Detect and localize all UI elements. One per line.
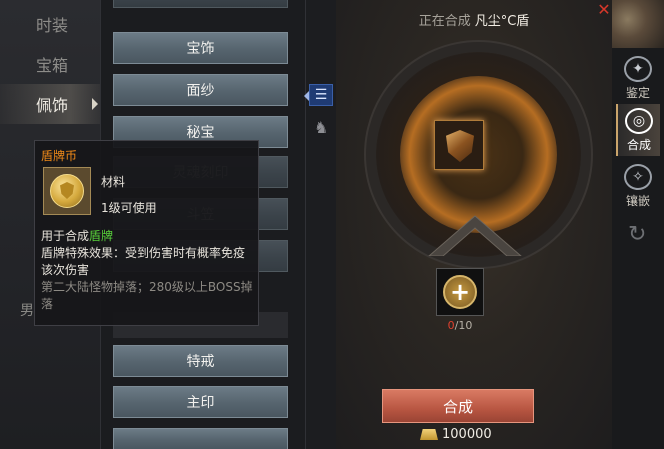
list-view-button[interactable]: ☰ <box>304 84 333 106</box>
status-prefix: 正在合成 <box>418 14 471 29</box>
usage-target: 盾牌 <box>89 229 114 243</box>
target-item-slot[interactable] <box>434 120 484 170</box>
tab-fashion[interactable]: 时装 <box>0 4 100 44</box>
cost-value: 100000 <box>442 427 492 442</box>
synthesis-panel: 正在合成 凡尘°C盾 + 0/10 合成 100000 <box>336 0 612 449</box>
rail-synthesis[interactable]: ◎ 合成 <box>616 104 660 156</box>
tooltip-item-type: 材料 <box>101 175 126 189</box>
shield-coin-icon <box>50 174 84 208</box>
arrow-up-icon <box>428 215 522 256</box>
target-name: 凡尘°C盾 <box>474 14 530 29</box>
tab-accessory[interactable]: 佩饰 <box>0 84 100 124</box>
rail-synthesis-label: 合成 <box>626 138 651 152</box>
refresh-icon[interactable]: ↻ <box>628 222 646 247</box>
gender-filter-label[interactable]: 男 <box>20 300 34 320</box>
rail-inlay-label: 镶嵌 <box>625 194 650 208</box>
synthesis-cost: 100000 <box>420 427 492 442</box>
tooltip-title: 盾牌币 <box>41 149 78 163</box>
material-owned: 0 <box>447 319 455 332</box>
tooltip-effect: 盾牌特殊效果：受到伤害时有概率免疫该次伤害 <box>41 246 246 277</box>
side-rail: ✦ 鉴定 ◎ 合成 ✧ 镶嵌 ↻ <box>612 0 664 449</box>
shield-item-icon <box>446 130 474 162</box>
category-item-partial[interactable] <box>113 0 288 8</box>
inlay-icon: ✧ <box>624 164 652 190</box>
view-toggle-strip: ☰ ♞ <box>304 0 336 449</box>
tooltip-item-frame <box>43 167 91 215</box>
synthesis-icon: ◎ <box>625 108 653 134</box>
tooltip-source: 第二大陆怪物掉落；280级以上BOSS掉落 <box>41 280 253 311</box>
synthesize-button[interactable]: 合成 <box>382 389 534 423</box>
tooltip-usage: 用于合成盾牌 <box>41 227 113 244</box>
category-item-miansha[interactable]: 面纱 <box>113 74 288 106</box>
helmet-icon[interactable]: ♞ <box>314 118 328 137</box>
close-button[interactable]: ✕ <box>596 2 612 18</box>
usage-prefix: 用于合成 <box>41 229 90 243</box>
material-slot[interactable]: + <box>436 268 484 316</box>
gold-ingot-icon <box>420 429 438 440</box>
rail-appraise[interactable]: ✦ 鉴定 <box>616 52 660 104</box>
category-item-tejie[interactable]: 特戒 <box>113 345 288 377</box>
category-item-zhuyin[interactable]: 主印 <box>113 386 288 418</box>
category-item-partial-bottom[interactable] <box>113 428 288 449</box>
material-required: /10 <box>454 319 473 332</box>
appraise-icon: ✦ <box>624 56 652 82</box>
category-item-baoshi[interactable]: 宝饰 <box>113 32 288 64</box>
synthesis-status: 正在合成 凡尘°C盾 <box>336 10 612 29</box>
tab-chest[interactable]: 宝箱 <box>0 44 100 84</box>
tooltip-item-level: 1级可使用 <box>101 201 157 215</box>
plus-icon[interactable]: + <box>443 275 477 309</box>
rail-inlay[interactable]: ✧ 镶嵌 <box>616 160 660 212</box>
list-icon: ☰ <box>314 87 328 103</box>
scenery-image <box>612 0 664 48</box>
rail-appraise-label: 鉴定 <box>625 86 650 100</box>
material-count: 0/10 <box>436 319 484 332</box>
item-tooltip: 盾牌币 材料 1级可使用 用于合成盾牌 盾牌特殊效果：受到伤害时有概率免疫该次伤… <box>34 140 259 326</box>
